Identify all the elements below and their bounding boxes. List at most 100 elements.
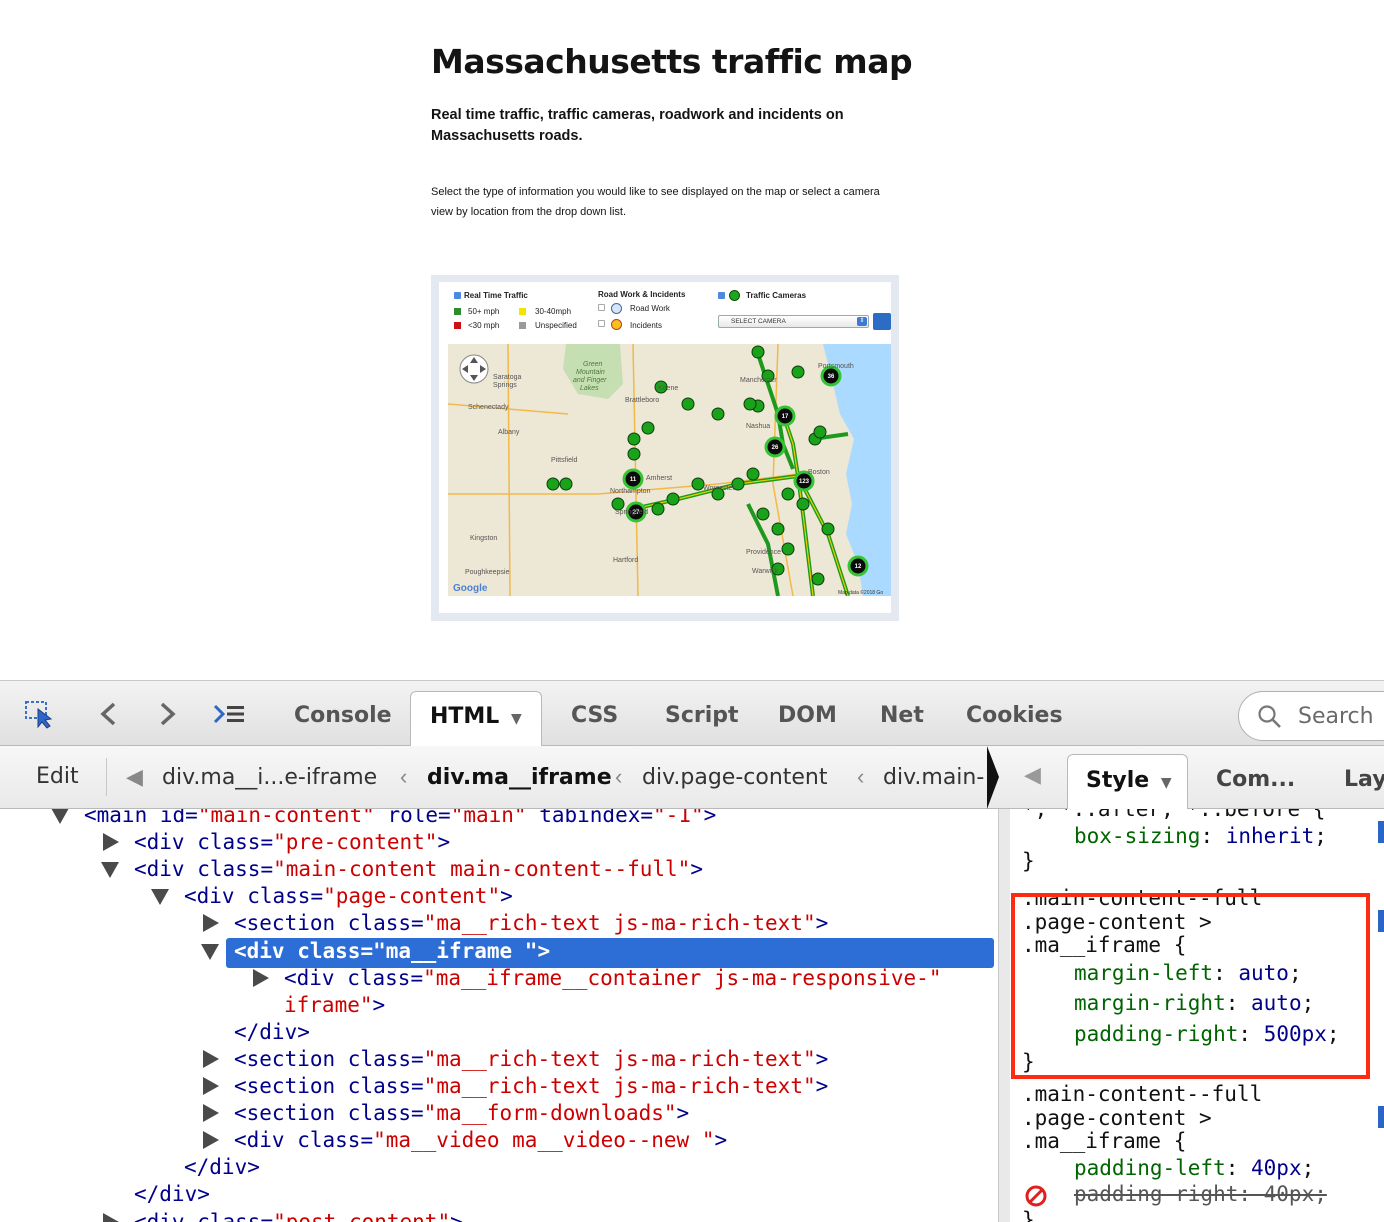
- css-declaration[interactable]: margin-left: auto;: [1074, 961, 1302, 985]
- collapsed-triangle-icon[interactable]: [203, 1131, 219, 1150]
- svg-text:Nashua: Nashua: [746, 423, 770, 430]
- html-tree[interactable]: <main id="main-content" role="main" tabi…: [0, 809, 998, 1222]
- html-tree-row[interactable]: <section class="ma__form-downloads">: [0, 1100, 998, 1127]
- real-time-traffic-title: Real Time Traffic: [464, 291, 528, 300]
- equals-sign: =: [360, 1128, 374, 1153]
- command-line-icon[interactable]: [212, 699, 246, 729]
- html-tree-row[interactable]: <section class="ma__rich-text js-ma-rich…: [0, 1046, 998, 1073]
- expanded-triangle-icon[interactable]: [101, 862, 119, 879]
- style-pane[interactable]: *, *::after, *::before {box-sizing: inhe…: [1010, 809, 1384, 1222]
- html-tree-row[interactable]: </div>: [0, 1019, 998, 1046]
- side-scroll-left-icon[interactable]: ◀: [1024, 762, 1041, 788]
- devtools-panel: Console HTML ▼ CSS Script DOM Net Cookie…: [0, 680, 1384, 1222]
- html-tree-row[interactable]: <main id="main-content" role="main" tabi…: [0, 809, 998, 829]
- select-camera-dropdown[interactable]: SELECT CAMERA ⇕: [718, 315, 869, 328]
- tab-console[interactable]: Console: [294, 703, 392, 728]
- css-selector[interactable]: .page-content >: [1022, 1106, 1212, 1130]
- html-node-text: <main id="main-content" role="main" tabi…: [84, 809, 716, 829]
- traffic-map[interactable]: 36 17 26 123 11 27 12 Saratoga Springs Schene…: [448, 344, 891, 596]
- breadcrumb-item-iframe[interactable]: div.ma__iframe: [427, 765, 612, 790]
- css-declaration[interactable]: padding-left: 40px;: [1074, 1156, 1314, 1180]
- forward-icon[interactable]: [150, 699, 184, 729]
- css-rule-close[interactable]: }: [1022, 1050, 1035, 1074]
- css-selector[interactable]: .main-content--full: [1022, 886, 1262, 910]
- html-node-text: <section class="ma__rich-text js-ma-rich…: [234, 910, 828, 937]
- attribute-value: "main-content": [197, 809, 375, 827]
- back-icon[interactable]: [92, 699, 126, 729]
- css-rule-close[interactable]: }: [1022, 1208, 1035, 1222]
- css-property: margin-left: [1074, 960, 1214, 985]
- expanded-triangle-icon[interactable]: [151, 889, 169, 906]
- attribute-value: "ma__form-downloads": [423, 1101, 677, 1126]
- collapsed-triangle-icon[interactable]: [203, 1077, 219, 1095]
- breadcrumb-item-iframe-container[interactable]: div.ma__i...e-iframe: [162, 765, 377, 790]
- html-tree-row[interactable]: </div>: [0, 1154, 998, 1181]
- css-selector[interactable]: .main-content--full: [1022, 1082, 1262, 1106]
- breadcrumb-item-page-content[interactable]: div.page-content: [642, 765, 828, 790]
- html-tree-row[interactable]: <div class="ma__iframe__container js-ma-…: [0, 965, 998, 992]
- tab-style[interactable]: Style ▼: [1067, 754, 1188, 810]
- incident-icon: [611, 319, 622, 330]
- tab-script[interactable]: Script: [665, 703, 739, 728]
- google-logo: Google: [453, 583, 488, 594]
- css-declaration[interactable]: padding-right: 40px;: [1025, 1182, 1327, 1207]
- road-work-checkbox[interactable]: [598, 304, 605, 311]
- tab-net[interactable]: Net: [880, 703, 924, 728]
- edit-button[interactable]: Edit: [12, 758, 107, 796]
- real-time-traffic-checkbox[interactable]: [454, 292, 461, 299]
- html-tree-row[interactable]: <div class="pre-content">: [0, 829, 998, 856]
- css-colon: :: [1238, 1021, 1264, 1046]
- css-declaration[interactable]: padding-right: 500px;: [1074, 1022, 1340, 1046]
- page-lede: Real time traffic, traffic cameras, road…: [431, 107, 844, 144]
- attribute-name: class: [335, 1101, 412, 1126]
- css-rule-close[interactable]: }: [1022, 849, 1035, 873]
- expanded-triangle-icon[interactable]: [51, 809, 69, 824]
- search-input[interactable]: Search: [1238, 691, 1384, 741]
- incidents-checkbox[interactable]: [598, 320, 605, 327]
- inspect-element-icon[interactable]: [24, 699, 58, 729]
- tab-cookies[interactable]: Cookies: [966, 703, 1063, 728]
- traffic-cameras-checkbox[interactable]: [718, 292, 725, 299]
- breadcrumb-item-main[interactable]: div.main-: [883, 765, 984, 790]
- svg-text:Lakes: Lakes: [580, 385, 599, 392]
- attribute-value: "ma__iframe ": [373, 938, 538, 963]
- panel-divider[interactable]: [998, 809, 1010, 1222]
- rule-source-link[interactable]: [1378, 821, 1384, 843]
- collapsed-triangle-icon[interactable]: [103, 1212, 119, 1222]
- css-selector[interactable]: .ma__iframe {: [1022, 933, 1186, 957]
- css-declaration[interactable]: box-sizing: inherit;: [1074, 824, 1327, 848]
- tab-css[interactable]: CSS: [571, 703, 618, 728]
- html-tree-row[interactable]: <div class="ma__video ma__video--new ">: [0, 1127, 998, 1154]
- tab-computed[interactable]: Com...: [1216, 767, 1295, 792]
- html-tree-row[interactable]: <section class="ma__rich-text js-ma-rich…: [0, 910, 998, 937]
- collapsed-triangle-icon[interactable]: [253, 968, 269, 987]
- tab-layout[interactable]: Lay: [1344, 767, 1384, 792]
- svg-text:Hartford: Hartford: [613, 557, 638, 564]
- camera-go-button[interactable]: [873, 313, 891, 330]
- svg-text:Schenectady: Schenectady: [468, 404, 509, 411]
- collapsed-triangle-icon[interactable]: [203, 1104, 219, 1123]
- collapsed-triangle-icon[interactable]: [203, 914, 219, 933]
- collapsed-triangle-icon[interactable]: [103, 833, 119, 852]
- rule-source-link[interactable]: [1378, 910, 1384, 932]
- css-value: auto: [1238, 960, 1289, 985]
- html-tree-row[interactable]: <section class="ma__rich-text js-ma-rich…: [0, 1073, 998, 1100]
- css-declaration[interactable]: margin-right: auto;: [1074, 991, 1314, 1015]
- rule-source-link[interactable]: [1378, 1106, 1384, 1128]
- breadcrumb-separator-icon: ‹: [615, 764, 623, 789]
- html-tree-row-selected[interactable]: <div class="ma__iframe ">: [0, 937, 998, 968]
- css-selector[interactable]: .ma__iframe {: [1022, 1129, 1186, 1153]
- html-tree-row[interactable]: <div class="main-content main-content--f…: [0, 856, 998, 883]
- crumb-scroll-left-icon[interactable]: ◀: [126, 764, 143, 790]
- tab-dom[interactable]: DOM: [778, 703, 837, 728]
- css-selector[interactable]: .page-content >: [1022, 910, 1212, 934]
- html-tree-row[interactable]: </div>: [0, 1181, 998, 1208]
- html-tree-row[interactable]: <div class="page-content">: [0, 883, 998, 910]
- tab-html[interactable]: HTML ▼: [410, 691, 542, 748]
- css-selector[interactable]: *, *::after, *::before {: [1022, 809, 1325, 821]
- collapsed-triangle-icon[interactable]: [203, 1049, 219, 1068]
- html-tree-row[interactable]: <div class="post-content">: [0, 1209, 998, 1222]
- crumb-scroll-right-icon[interactable]: [987, 746, 999, 809]
- html-tree-row[interactable]: iframe">: [0, 992, 998, 1019]
- expanded-triangle-icon[interactable]: [201, 943, 219, 960]
